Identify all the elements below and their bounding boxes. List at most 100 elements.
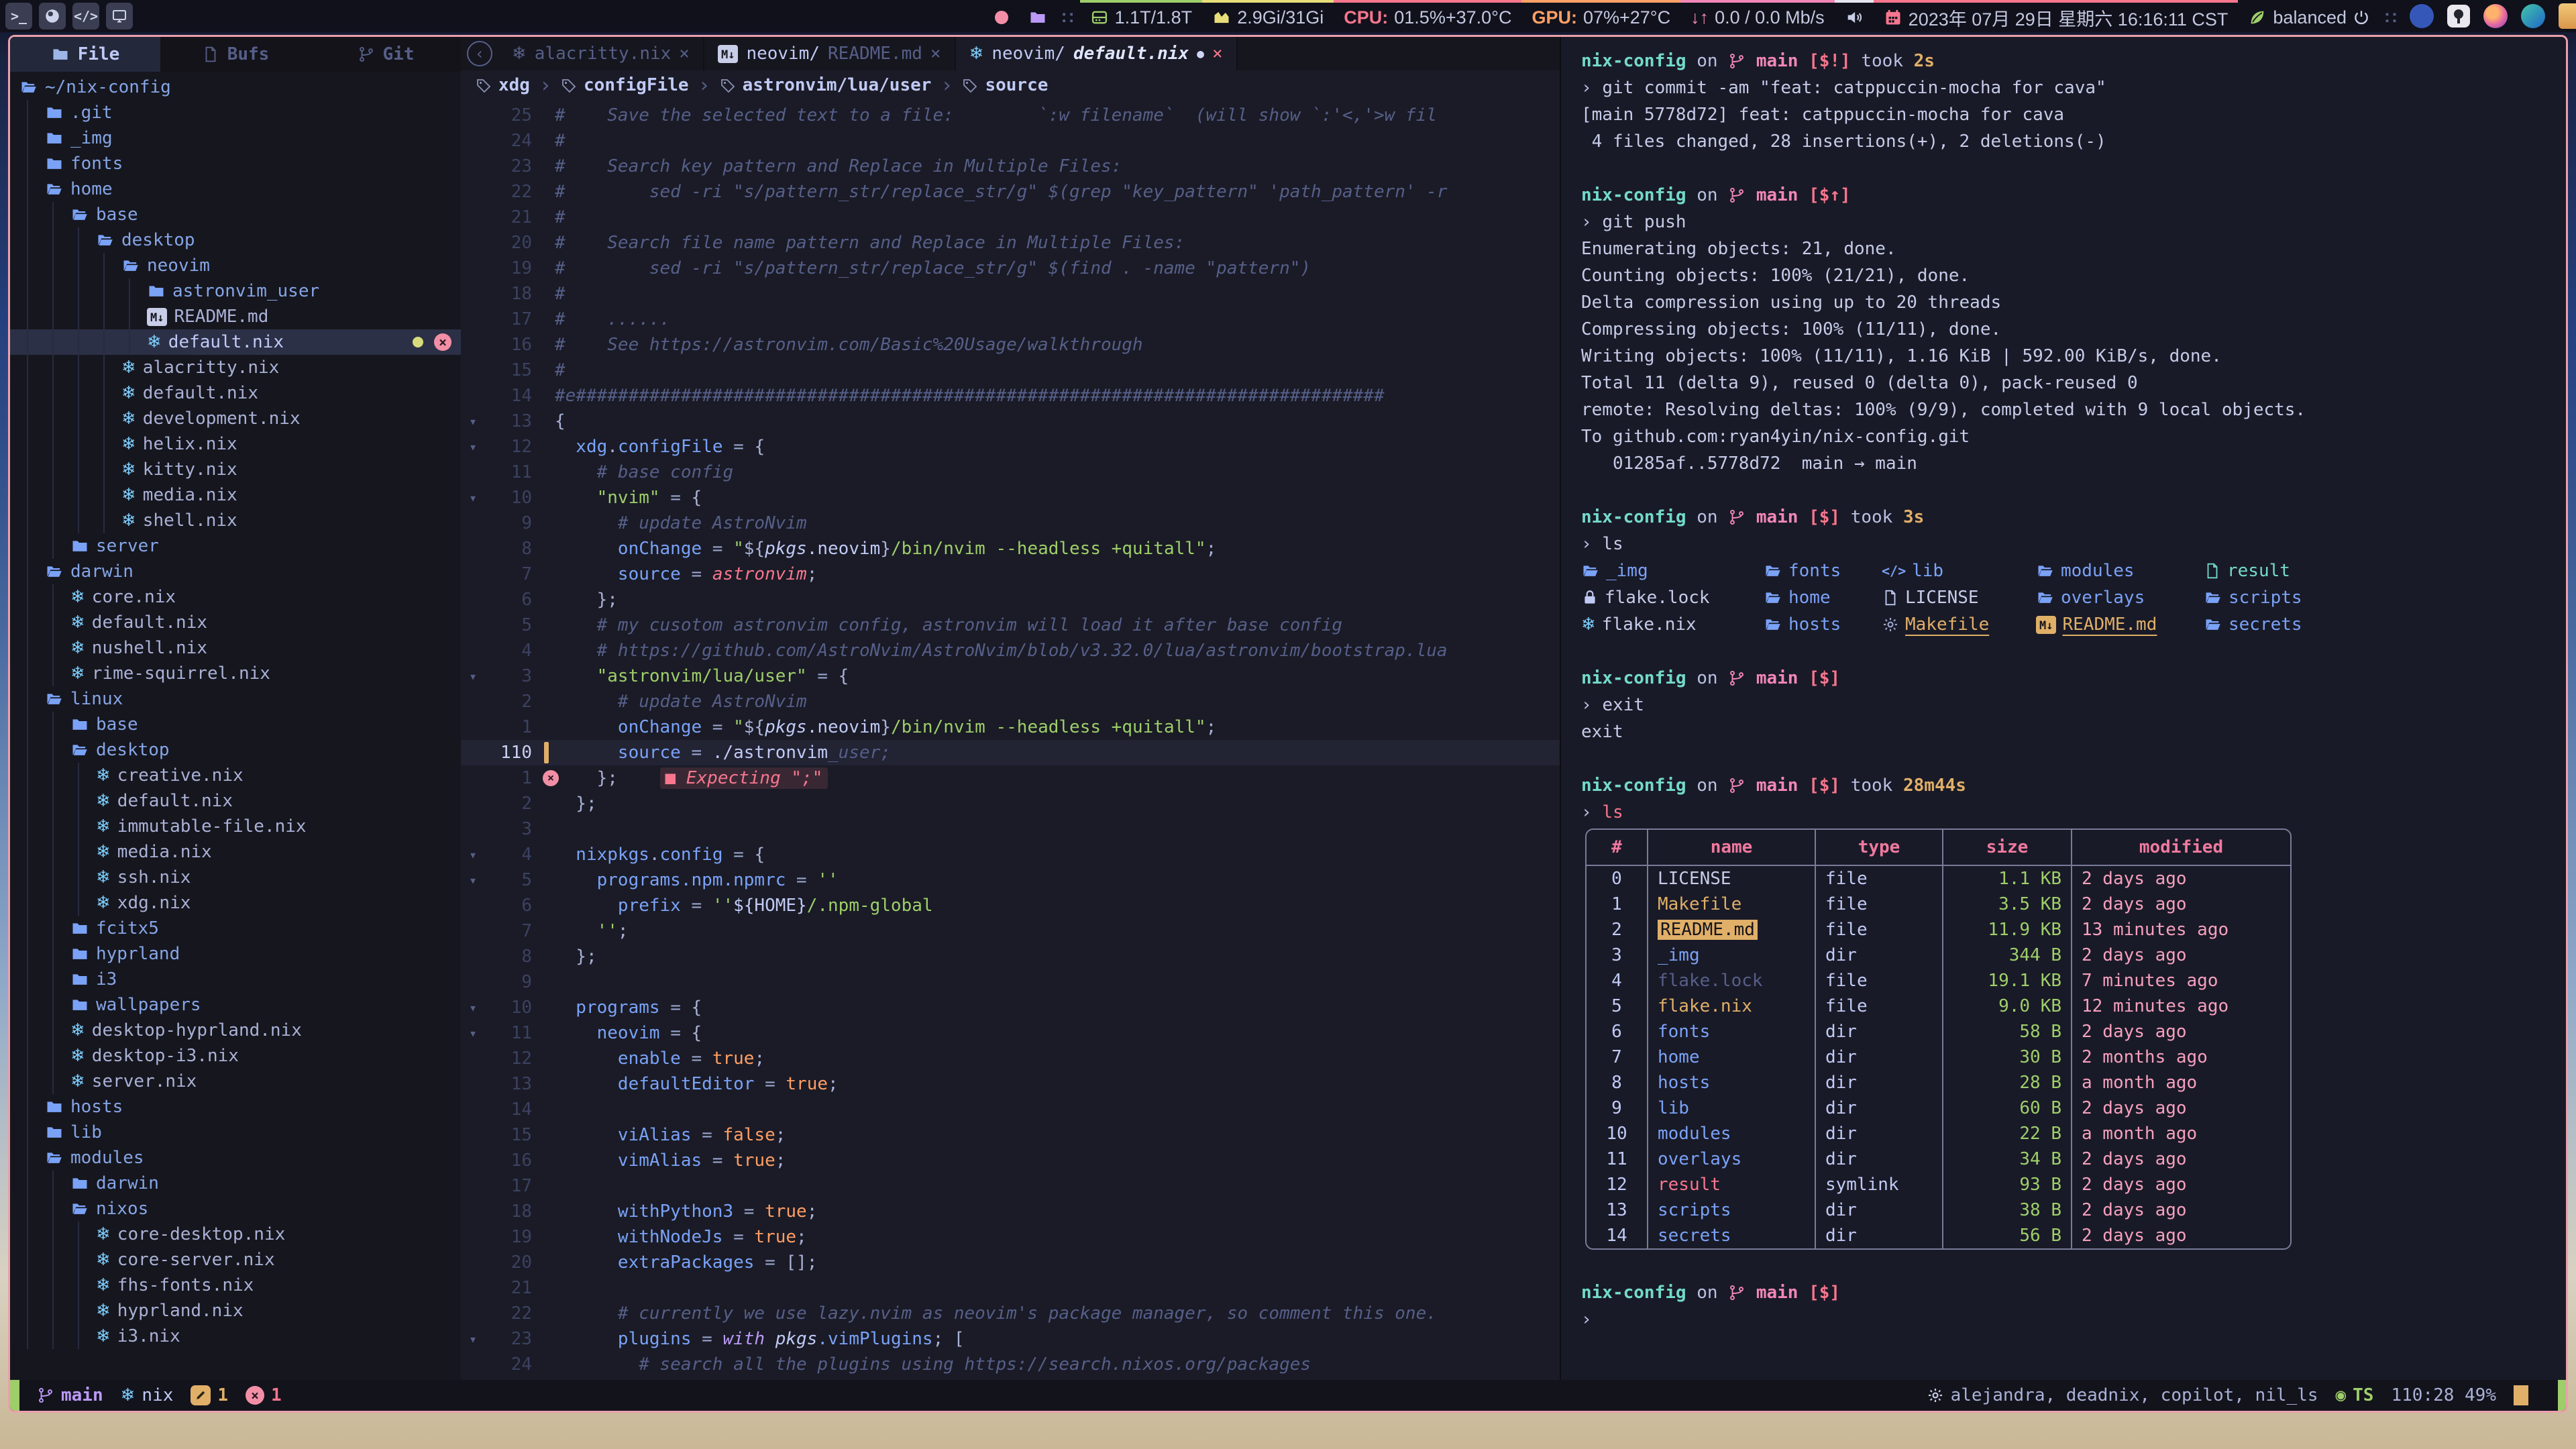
tree-item[interactable]: ❄fhs-fonts.nix — [10, 1273, 461, 1298]
explorer-tab-bufs[interactable]: Bufs — [160, 37, 311, 72]
tree-item[interactable]: ❄helix.nix — [10, 431, 461, 457]
tree-item[interactable]: home — [10, 176, 461, 202]
tree-item[interactable]: ❄core-server.nix — [10, 1247, 461, 1273]
fold-marker-icon[interactable]: ▾ — [461, 668, 485, 684]
sign-column — [544, 230, 555, 256]
breadcrumb-item[interactable]: configFile — [561, 75, 689, 95]
tree-item[interactable]: ❄alacritty.nix — [10, 355, 461, 380]
tree-item[interactable]: ❄default.nix× — [10, 329, 461, 355]
tree-item[interactable]: ❄shell.nix — [10, 508, 461, 533]
tree-item[interactable]: ❄i3.nix — [10, 1324, 461, 1349]
terminal-pane[interactable]: nix-config on main [$!] took 2s› git com… — [1560, 37, 2566, 1380]
messenger-app-icon[interactable] — [2521, 4, 2545, 28]
volume-module[interactable] — [1835, 0, 1874, 32]
tree-item[interactable]: ❄media.nix — [10, 839, 461, 865]
tab-close-icon[interactable]: × — [930, 44, 941, 64]
system-tray[interactable] — [2477, 0, 2514, 32]
indent-guide — [19, 1324, 45, 1349]
tree-item[interactable]: neovim — [10, 253, 461, 278]
fold-marker-icon[interactable]: ▾ — [461, 1331, 485, 1347]
tree-item[interactable]: hyprland — [10, 941, 461, 967]
tree-item[interactable]: server — [10, 533, 461, 559]
tree-item[interactable]: ❄ssh.nix — [10, 865, 461, 890]
tree-item[interactable]: ❄desktop-i3.nix — [10, 1043, 461, 1069]
tree-item[interactable]: ❄core.nix — [10, 584, 461, 610]
tree-item[interactable]: ❄kitty.nix — [10, 457, 461, 482]
editor-launcher[interactable]: </> — [72, 3, 99, 30]
breadcrumb-item[interactable]: astronvim/lua/user — [720, 75, 932, 95]
tree-item[interactable]: ❄nushell.nix — [10, 635, 461, 661]
tree-item[interactable]: darwin — [10, 1171, 461, 1196]
tree-item[interactable]: ❄creative.nix — [10, 763, 461, 788]
fold-marker-icon[interactable]: ▾ — [461, 1000, 485, 1016]
buffer-tab-README.md[interactable]: M↓neovim/README.md× — [704, 37, 956, 70]
display-launcher[interactable] — [106, 3, 133, 30]
tray-edge-icon[interactable] — [2559, 3, 2576, 29]
tree-item[interactable]: ❄default.nix — [10, 610, 461, 635]
tree-item[interactable]: i3 — [10, 967, 461, 992]
tree-item[interactable]: ❄core-desktop.nix — [10, 1222, 461, 1247]
tree-item[interactable]: linux — [10, 686, 461, 712]
tree-item[interactable]: base — [10, 712, 461, 737]
tree-item[interactable]: lib — [10, 1120, 461, 1145]
tree-item[interactable]: modules — [10, 1145, 461, 1171]
buffer-tab-alacritty.nix[interactable]: ❄alacritty.nix× — [498, 37, 704, 70]
system-tray[interactable] — [2514, 0, 2552, 32]
tab-scroll-left[interactable]: ‹ — [461, 37, 498, 70]
close-buffer-icon[interactable]: × — [434, 333, 451, 351]
tree-item[interactable]: M↓README.md — [10, 304, 461, 329]
browser-launcher[interactable] — [39, 3, 66, 30]
tree-item[interactable]: ❄rime-squirrel.nix — [10, 661, 461, 686]
code-area[interactable]: 25# Save the selected text to a file: `:… — [461, 100, 1560, 1380]
tree-item[interactable]: ❄immutable-file.nix — [10, 814, 461, 839]
system-tray[interactable] — [2440, 0, 2477, 32]
vault-app-icon[interactable] — [2447, 5, 2470, 28]
tree-item[interactable]: wallpapers — [10, 992, 461, 1018]
tree-item[interactable]: fcitx5 — [10, 916, 461, 941]
tree-item[interactable]: ❄development.nix — [10, 406, 461, 431]
breadcrumb-item[interactable]: source — [962, 75, 1048, 95]
tree-item[interactable]: base — [10, 202, 461, 227]
fold-marker-icon[interactable]: ▾ — [461, 1025, 485, 1041]
fold-marker-icon[interactable]: ▾ — [461, 847, 485, 863]
tab-close-icon[interactable]: × — [679, 44, 690, 64]
fold-marker-icon[interactable]: ▾ — [461, 490, 485, 506]
system-tray[interactable] — [2552, 0, 2576, 32]
tree-item[interactable]: ❄server.nix — [10, 1069, 461, 1094]
system-tray[interactable] — [2403, 0, 2440, 32]
tree-item[interactable]: darwin — [10, 559, 461, 584]
tree-item[interactable]: ❄hyprland.nix — [10, 1298, 461, 1324]
tree-item[interactable]: _img — [10, 125, 461, 151]
indent-guide — [19, 329, 45, 355]
lock-icon — [1581, 589, 1599, 606]
tree-item[interactable]: .git — [10, 100, 461, 125]
fold-marker-icon[interactable]: ▾ — [461, 413, 485, 429]
explorer-tab-git[interactable]: Git — [311, 37, 461, 72]
indent-guide — [70, 406, 96, 431]
indent-guide — [19, 1222, 45, 1247]
tree-item[interactable]: nixos — [10, 1196, 461, 1222]
power-profile-module[interactable]: balanced — [2238, 0, 2380, 32]
fold-marker-icon[interactable]: ▾ — [461, 872, 485, 888]
tree-item[interactable]: desktop — [10, 227, 461, 253]
tree-item[interactable]: astronvim_user — [10, 278, 461, 304]
tree-item[interactable]: hosts — [10, 1094, 461, 1120]
tree-item[interactable]: ❄media.nix — [10, 482, 461, 508]
tree-item[interactable]: ❄default.nix — [10, 380, 461, 406]
folder-open-icon — [19, 78, 38, 97]
terminal-launcher[interactable]: >_ — [5, 3, 32, 30]
firefox-icon[interactable] — [2483, 4, 2508, 28]
code-line: 24 # search all the plugins using https:… — [461, 1352, 1560, 1377]
explorer-tab-file[interactable]: File — [10, 37, 160, 72]
buffer-tab-default.nix[interactable]: ❄neovim/default.nix●× — [956, 37, 1238, 70]
tree-item[interactable]: desktop — [10, 737, 461, 763]
tree-item[interactable]: ~/nix-config — [10, 74, 461, 100]
tree-item[interactable]: ❄desktop-hyprland.nix — [10, 1018, 461, 1043]
bluetooth-icon[interactable] — [2410, 4, 2434, 28]
breadcrumb-item[interactable]: xdg — [476, 75, 530, 95]
tree-item[interactable]: ❄default.nix — [10, 788, 461, 814]
tab-close-icon[interactable]: × — [1212, 44, 1223, 64]
tree-item[interactable]: fonts — [10, 151, 461, 176]
fold-marker-icon[interactable]: ▾ — [461, 439, 485, 455]
tree-item[interactable]: ❄xdg.nix — [10, 890, 461, 916]
